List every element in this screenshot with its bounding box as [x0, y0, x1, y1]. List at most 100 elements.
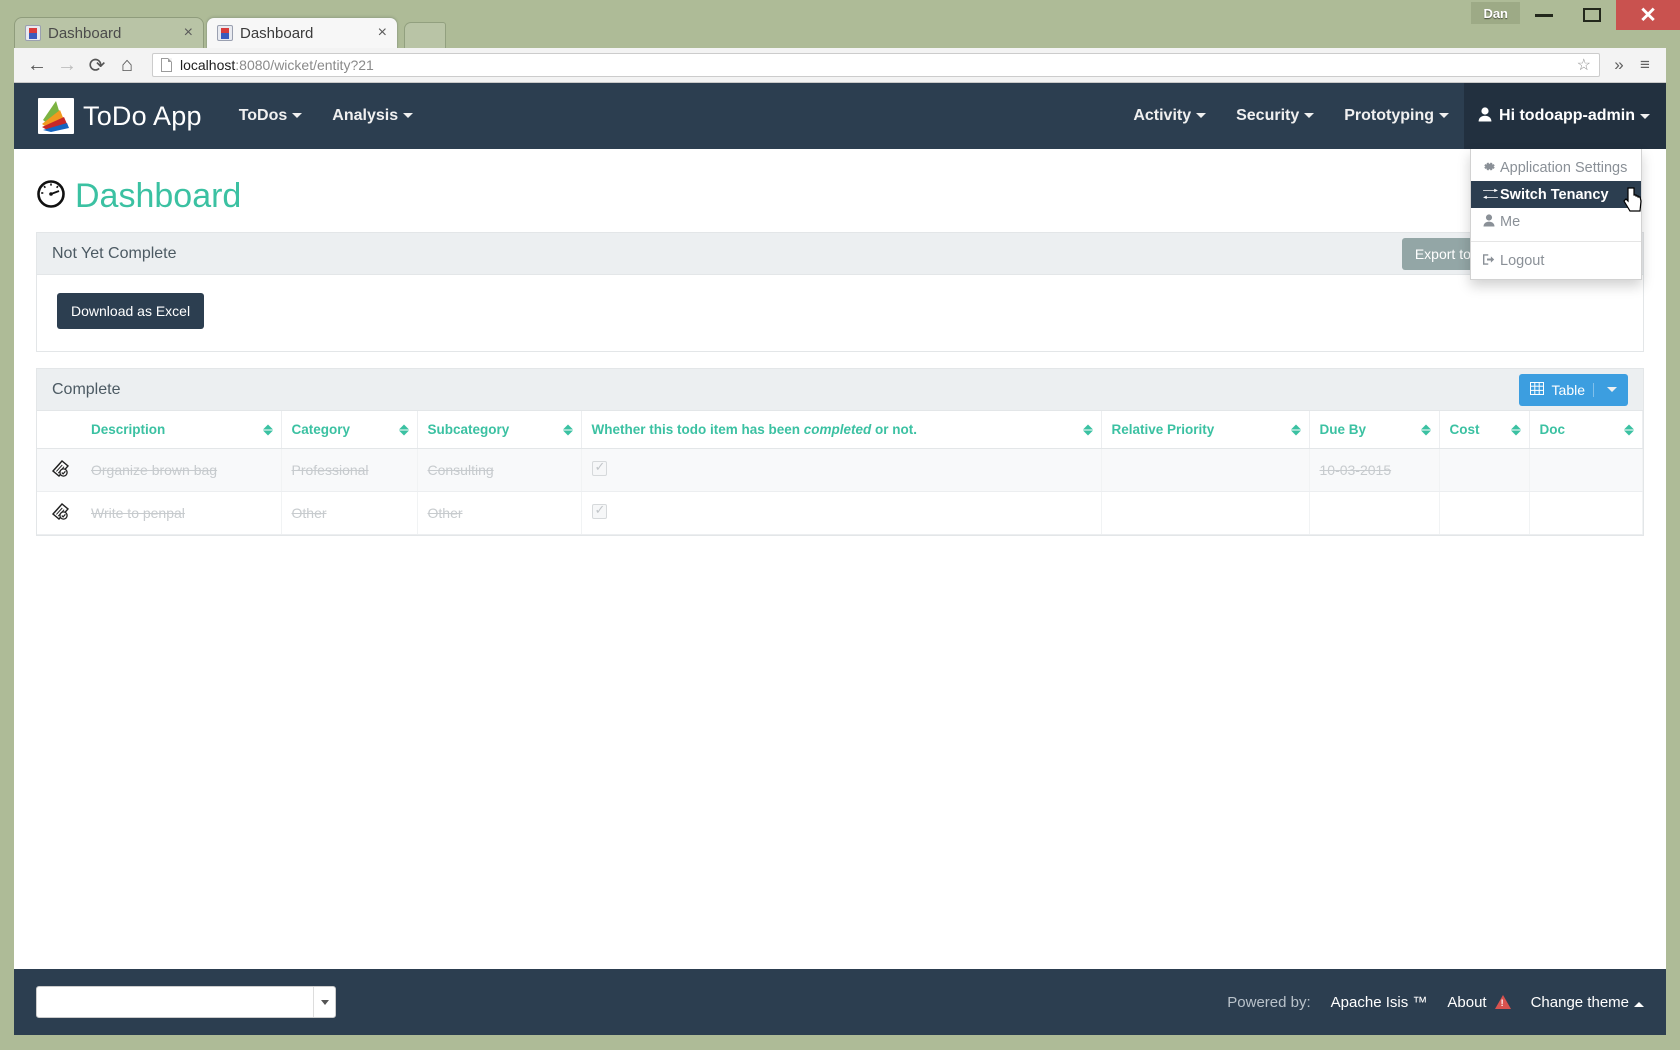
brand[interactable]: ToDo App — [38, 98, 202, 134]
cell-doc — [1529, 448, 1643, 492]
column-label: Cost — [1449, 422, 1480, 437]
apache-isis-link[interactable]: Apache Isis ™ — [1331, 994, 1428, 1011]
app-navbar: ToDo App ToDos Analysis Activity Securit… — [14, 83, 1666, 149]
home-icon[interactable]: ⌂ — [112, 50, 142, 80]
close-window-button[interactable]: ✕ — [1616, 0, 1680, 30]
menu-item-me[interactable]: Me — [1471, 208, 1641, 235]
back-icon[interactable]: ← — [22, 50, 52, 80]
maximize-button[interactable] — [1568, 0, 1616, 30]
address-bar[interactable]: localhost:8080/wicket/entity?21 ☆ — [152, 53, 1600, 77]
chevron-down-icon — [292, 113, 303, 119]
nav-item-label: Security — [1236, 107, 1300, 124]
bookmark-star-icon[interactable]: ☆ — [1577, 55, 1591, 75]
mouse-cursor — [1623, 187, 1642, 212]
table-header-row: Description Category Subcategory Whether… — [37, 411, 1643, 449]
column-header-relative-priority[interactable]: Relative Priority — [1101, 411, 1310, 449]
sort-icon[interactable] — [1510, 423, 1521, 436]
column-label: Description — [91, 422, 166, 437]
user-dropdown-menu: Application Settings Switch Tenancy Me L — [1470, 149, 1642, 280]
navbar-right-menu: Activity Security Prototyping Hi todoapp… — [1118, 83, 1666, 149]
browser-tab-1[interactable]: Dashboard × — [14, 17, 204, 48]
about-link[interactable]: About — [1447, 994, 1486, 1011]
column-label-post: or not. — [871, 422, 918, 437]
browser-toolbar: ← → ⟳ ⌂ localhost:8080/wicket/entity?21 … — [14, 48, 1666, 83]
button-label: Table — [1551, 381, 1585, 398]
chevron-down-icon[interactable] — [313, 987, 335, 1017]
cell-relative-priority — [1101, 448, 1310, 492]
chevron-down-icon — [1439, 113, 1450, 119]
column-header-due-by[interactable]: Due By — [1309, 411, 1440, 449]
nav-item-activity[interactable]: Activity — [1118, 83, 1221, 149]
reload-icon[interactable]: ⟳ — [82, 50, 112, 80]
column-header-completed[interactable]: Whether this todo item has been complete… — [581, 411, 1102, 449]
forward-icon[interactable]: → — [52, 50, 82, 80]
cell-description: Write to penpal — [81, 491, 282, 535]
cell-description: Organize brown bag — [81, 448, 282, 492]
row-object-icon[interactable] — [37, 491, 81, 535]
column-label: Category — [291, 422, 351, 437]
cell-subcategory: Consulting — [417, 448, 582, 492]
wicket-favicon — [217, 25, 233, 41]
panel-header: Complete Table — [37, 369, 1643, 411]
column-label: Due By — [1319, 422, 1367, 437]
table-row[interactable]: Organize brown bag Professional Consulti… — [37, 448, 1643, 492]
column-label: Subcategory — [427, 422, 510, 437]
browser-menu-icon[interactable]: ≡ — [1632, 55, 1658, 75]
sort-icon[interactable] — [1420, 423, 1431, 436]
menu-item-label: Switch Tenancy — [1500, 186, 1609, 203]
table-row[interactable]: Write to penpal Other Other — [37, 491, 1643, 535]
minimize-button[interactable] — [1520, 0, 1568, 30]
column-header-subcategory[interactable]: Subcategory — [417, 411, 582, 449]
chevron-down-icon — [1640, 113, 1650, 119]
window-user-badge[interactable]: Dan — [1471, 2, 1520, 24]
menu-divider — [1471, 241, 1641, 242]
sort-icon[interactable] — [1624, 423, 1634, 436]
new-tab-button[interactable] — [404, 22, 446, 48]
nav-item-analysis[interactable]: Analysis — [317, 83, 428, 149]
dashboard-gauge-icon — [36, 179, 66, 214]
nav-item-label: Analysis — [332, 107, 399, 124]
sort-icon[interactable] — [1082, 423, 1093, 436]
column-header-icon — [37, 411, 81, 449]
sort-icon[interactable] — [1290, 423, 1301, 436]
sort-icon[interactable] — [262, 423, 273, 436]
column-label: Relative Priority — [1111, 422, 1215, 437]
user-menu-button[interactable]: Hi todoapp-admin — [1464, 83, 1666, 149]
nav-item-todos[interactable]: ToDos — [224, 83, 318, 149]
sort-icon[interactable] — [398, 423, 409, 436]
column-header-description[interactable]: Description — [81, 411, 282, 449]
theme-select[interactable] — [36, 986, 336, 1018]
column-header-category[interactable]: Category — [281, 411, 418, 449]
panel-title: Not Yet Complete — [52, 244, 177, 262]
cell-due-by: 10-03-2015 — [1309, 448, 1440, 492]
menu-item-application-settings[interactable]: Application Settings — [1471, 154, 1641, 181]
menu-item-label: Me — [1500, 213, 1521, 230]
close-icon[interactable]: × — [378, 25, 387, 41]
column-header-cost[interactable]: Cost — [1439, 411, 1530, 449]
menu-item-logout[interactable]: Logout — [1471, 247, 1641, 274]
column-label: Doc — [1539, 422, 1566, 437]
column-header-doc[interactable]: Doc — [1529, 411, 1643, 449]
app-logo-icon — [38, 98, 74, 134]
panel-header: Not Yet Complete Export to Word Export .… — [37, 233, 1643, 275]
menu-item-label: Logout — [1500, 252, 1545, 269]
chevron-down-icon — [1607, 387, 1617, 392]
nav-item-prototyping[interactable]: Prototyping — [1329, 83, 1464, 149]
download-as-excel-button[interactable]: Download as Excel — [57, 293, 205, 329]
browser-tab-2[interactable]: Dashboard × — [206, 17, 398, 48]
exchange-icon — [1483, 187, 1500, 203]
panel-title: Complete — [52, 380, 121, 398]
page-info-icon — [161, 58, 172, 72]
nav-item-security[interactable]: Security — [1221, 83, 1329, 149]
page-viewport: ToDo App ToDos Analysis Activity Securit… — [14, 83, 1666, 1035]
nav-item-label: Activity — [1133, 107, 1192, 124]
table-view-button[interactable]: Table — [1518, 373, 1628, 406]
close-icon[interactable]: × — [184, 25, 193, 41]
change-theme-link[interactable]: Change theme — [1531, 994, 1644, 1011]
sort-icon[interactable] — [562, 423, 573, 436]
row-object-icon[interactable] — [37, 448, 81, 492]
overflow-chevron-icon[interactable]: » — [1606, 55, 1632, 75]
cell-category: Other — [281, 491, 418, 535]
menu-item-switch-tenancy[interactable]: Switch Tenancy — [1471, 181, 1641, 208]
close-icon: ✕ — [1639, 3, 1657, 27]
